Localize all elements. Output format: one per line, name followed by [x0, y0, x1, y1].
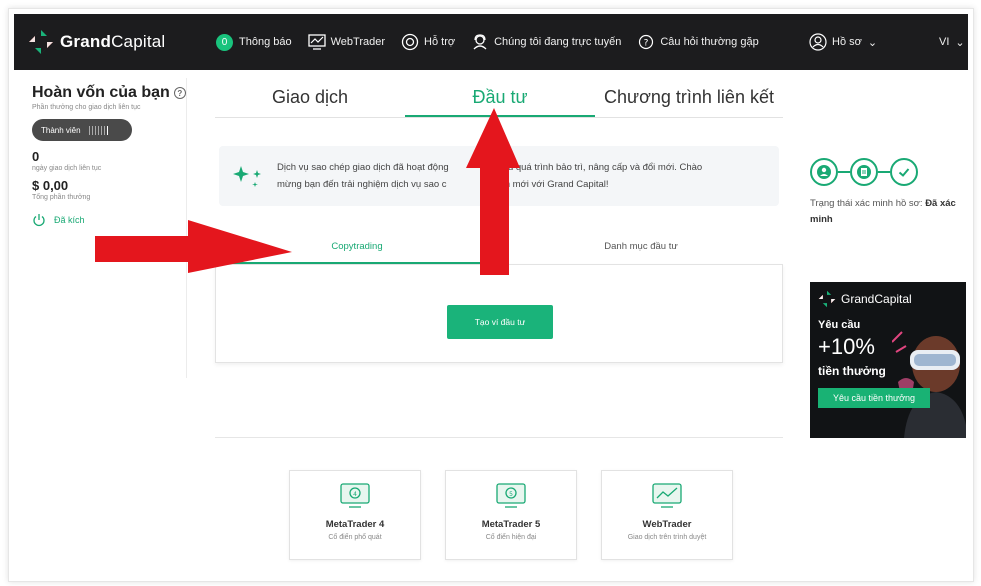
platform-title: WebTrader [642, 519, 692, 530]
verification-status: Trạng thái xác minh hồ sơ: Đã xác minh [810, 158, 960, 228]
lifebuoy-icon [401, 33, 419, 51]
platform-card-webtrader[interactable]: WebTrader Giao dịch trên trình duyệt [601, 470, 733, 560]
chevron-down-icon: ⌄ [955, 36, 965, 49]
nav-webtrader[interactable]: WebTrader [307, 33, 386, 51]
brand-logo[interactable]: GrandCapital [28, 29, 198, 55]
activated-status[interactable]: Đã kích [32, 213, 202, 227]
section-divider [215, 437, 783, 438]
activated-label: Đã kích [54, 215, 85, 225]
subtab-copytrading[interactable]: Copytrading [215, 234, 499, 264]
promo-line-1: Yêu cầu [818, 319, 861, 331]
invest-card: Tạo ví đầu tư [215, 264, 783, 363]
platform-card-mt5[interactable]: 5 MetaTrader 5 Cổ điển hiện đại [445, 470, 577, 560]
brand-name: GrandCapital [60, 32, 166, 51]
subtab-portfolio[interactable]: Danh mục đầu tư [499, 234, 783, 264]
nav-online-chat[interactable]: Chúng tôi đang trực tuyến [471, 33, 621, 51]
copytrading-info-banner: Dịch vụ sao chép giao dịch đã hoạt động a… [219, 146, 779, 206]
tab-invest[interactable]: Đầu tư [405, 80, 595, 117]
platform-list: 4 MetaTrader 4 Cổ điển phổ quát 5 MetaTr… [289, 470, 733, 560]
create-investment-wallet-button[interactable]: Tạo ví đầu tư [447, 305, 553, 339]
mt5-monitor-icon: 5 [496, 483, 526, 508]
platform-subtitle: Cổ điển phổ quát [328, 534, 382, 541]
info-line-2b: dịch mới với Grand Capital! [492, 179, 609, 190]
bonus-promo-banner[interactable]: GrandCapital Yêu cầu +10% tiền thưởng Yê… [810, 282, 966, 438]
platform-title: MetaTrader 4 [325, 519, 385, 530]
total-reward-value: $ 0,00 [32, 178, 69, 193]
headset-icon [473, 34, 487, 50]
verification-text: Trạng thái xác minh hồ sơ: Đã xác minh [810, 196, 960, 228]
verification-label: Trạng thái xác minh hồ sơ: [810, 198, 926, 209]
promo-line-3: tiền thưởng [818, 364, 886, 378]
info-text: Dịch vụ sao chép giao dịch đã hoạt động a… [277, 159, 757, 193]
level-progress-icon [88, 125, 108, 135]
main-tabs: Giao dịch Đầu tư Chương trình liên kết [215, 80, 783, 118]
question-circle-icon: ? [639, 34, 654, 50]
tab-trade[interactable]: Giao dịch [215, 80, 405, 117]
verification-steps [810, 158, 960, 186]
profile-label: Hồ sơ [832, 36, 862, 48]
invest-subtabs: Copytrading Danh mục đầu tư [215, 234, 783, 264]
nav-webtrader-label: WebTrader [330, 36, 386, 48]
help-icon[interactable]: ? [173, 87, 186, 99]
tab-affiliate[interactable]: Chương trình liên kết [595, 80, 783, 117]
document-step-icon [850, 158, 878, 186]
sparkle-icon [233, 166, 261, 187]
power-icon [33, 214, 45, 227]
webtrader-chart-icon [652, 483, 682, 508]
chevron-down-icon: ⌄ [867, 36, 878, 49]
nav-faq[interactable]: ? Câu hỏi thường gặp [637, 33, 759, 51]
mt4-monitor-icon: 4 [340, 483, 370, 508]
total-reward-label: Tổng phần thưởng [32, 194, 91, 201]
user-circle-icon [809, 33, 827, 51]
sidebar-divider [186, 78, 187, 378]
vr-person-image [892, 331, 966, 438]
info-line-2a: mừng bạn đến trải nghiệm dịch vụ sao c [277, 179, 447, 190]
cashback-panel: Hoàn vốn của bạn ? Phần thưởng cho giao … [32, 84, 202, 227]
streak-days-value: 0 [32, 149, 40, 164]
info-line-1b: au quá trình bảo trì, nâng cấp và đổi mớ… [502, 162, 703, 173]
cashback-subtitle: Phần thưởng cho giao dịch liên tục [32, 104, 141, 111]
member-level-label: Thành viên [41, 125, 81, 135]
check-step-icon [890, 158, 918, 186]
user-step-icon [810, 158, 838, 186]
language-label: VI [939, 36, 950, 48]
svg-text:5: 5 [509, 491, 513, 498]
step-connector [838, 171, 850, 173]
promo-percent: +10% [818, 334, 875, 359]
platform-title: MetaTrader 5 [481, 519, 541, 530]
streak-days-label: ngày giao dịch liên tục [32, 165, 102, 172]
cashback-title: Hoàn vốn của bạn ? [32, 84, 202, 102]
platform-subtitle: Cổ điển hiện đại [485, 534, 537, 541]
logo-icon [29, 30, 53, 54]
promo-brand: GrandCapital [818, 290, 912, 308]
notification-count-badge: 0 [216, 33, 233, 51]
nav-notifications[interactable]: 0 Thông báo [216, 33, 292, 51]
cashback-title-text: Hoàn vốn của bạn [32, 84, 170, 101]
logo-icon [818, 290, 836, 308]
member-level-pill[interactable]: Thành viên [32, 119, 132, 141]
monitor-chart-icon [307, 34, 326, 50]
profile-menu[interactable]: Hồ sơ ⌄ [809, 33, 877, 51]
claim-bonus-button[interactable]: Yêu cầu tiền thưởng [818, 388, 930, 408]
svg-text:4: 4 [353, 491, 357, 498]
language-selector[interactable]: VI ⌄ [939, 36, 965, 49]
nav-notifications-label: Thông báo [239, 36, 292, 48]
platform-card-mt4[interactable]: 4 MetaTrader 4 Cổ điển phổ quát [289, 470, 421, 560]
platform-subtitle: Giao dịch trên trình duyệt [627, 534, 707, 541]
nav-faq-label: Câu hỏi thường gặp [660, 36, 759, 48]
nav-online-label: Chúng tôi đang trực tuyến [494, 36, 622, 48]
nav-support[interactable]: Hỗ trợ [401, 33, 455, 51]
svg-text:?: ? [644, 39, 649, 49]
nav-menu: 0 Thông báo WebTrader Hỗ trợ Chúng tôi đ… [216, 33, 775, 51]
info-line-1a: Dịch vụ sao chép giao dịch đã hoạt động [277, 162, 449, 173]
top-navbar: GrandCapital 0 Thông báo WebTrader Hỗ tr… [14, 14, 968, 70]
step-connector [878, 171, 890, 173]
nav-support-label: Hỗ trợ [424, 36, 456, 48]
promo-brand-name: GrandCapital [841, 292, 912, 306]
